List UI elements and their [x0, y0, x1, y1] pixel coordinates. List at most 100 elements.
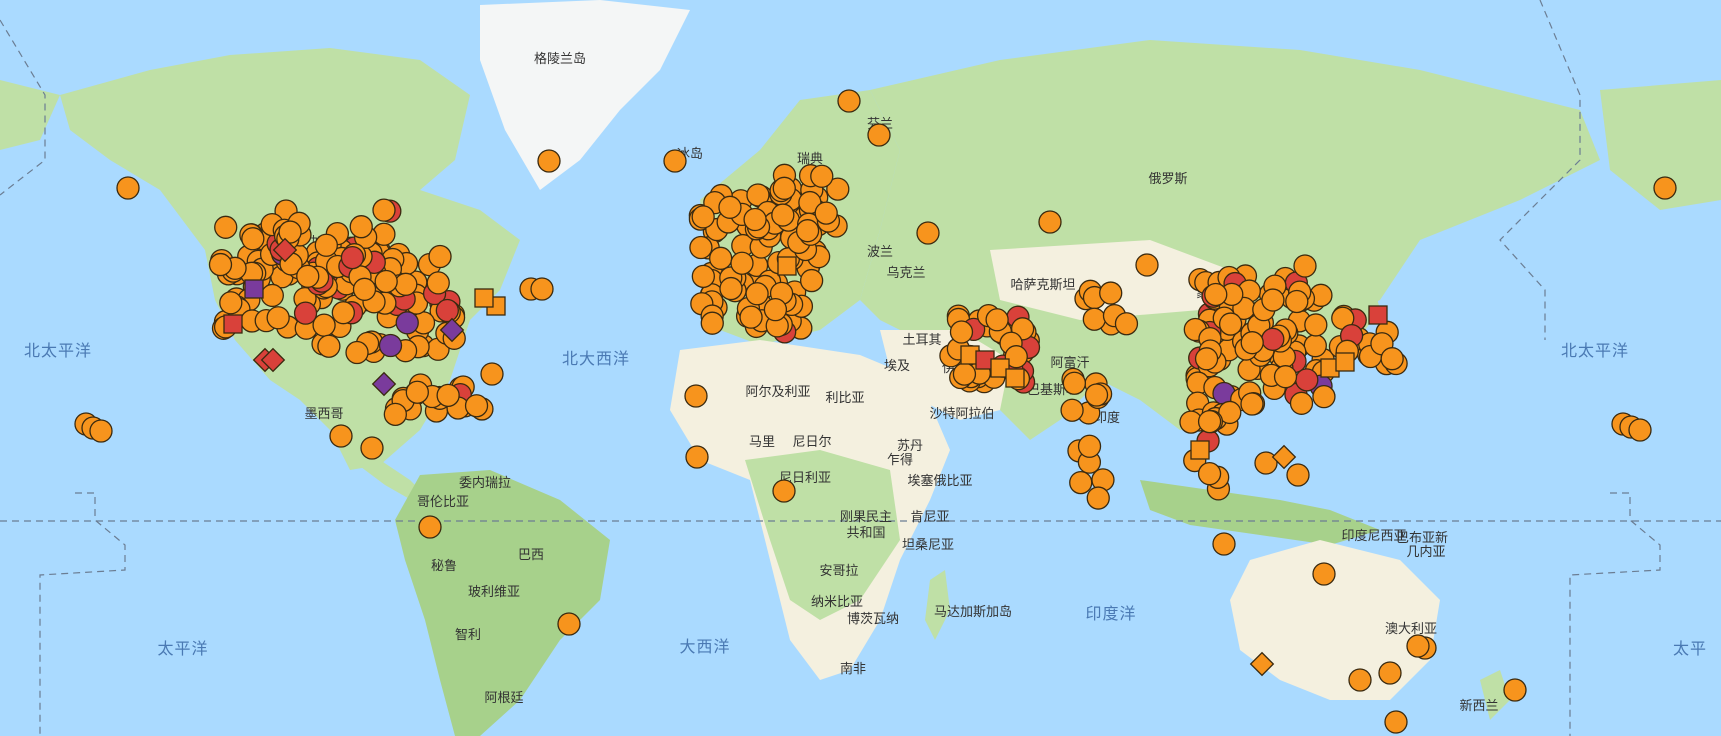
map-marker-circle[interactable] [1197, 462, 1222, 486]
map-marker-circle[interactable] [1406, 634, 1430, 658]
map-marker-circle[interactable] [378, 333, 403, 358]
map-marker-circle[interactable] [1197, 409, 1222, 434]
map-marker-circle[interactable] [1384, 710, 1408, 734]
map-marker-circle[interactable] [372, 198, 396, 222]
map-marker-circle[interactable] [1099, 281, 1123, 305]
map-marker-circle[interactable] [763, 297, 788, 322]
map-marker-circle[interactable] [1082, 307, 1106, 331]
map-marker-circle[interactable] [1304, 313, 1328, 337]
map-marker-circle[interactable] [799, 268, 824, 293]
map-marker-circle[interactable] [685, 445, 709, 469]
map-marker-circle[interactable] [360, 436, 384, 460]
map-marker-circle[interactable] [1240, 331, 1264, 355]
map-marker-circle[interactable] [772, 479, 796, 503]
map-marker-circle[interactable] [772, 176, 796, 200]
map-marker-circle[interactable] [1289, 391, 1314, 415]
map-marker-circle[interactable] [116, 176, 140, 200]
map-marker-circle[interactable] [214, 215, 238, 239]
map-marker-square[interactable] [1190, 440, 1210, 460]
map-marker-circle[interactable] [241, 227, 265, 251]
map-marker-circle[interactable] [719, 276, 743, 301]
map-marker-circle[interactable] [1295, 368, 1319, 392]
map-marker-circle[interactable] [700, 311, 724, 335]
map-marker-square[interactable] [1368, 305, 1388, 325]
map-marker-circle[interactable] [810, 164, 834, 188]
map-marker-circle[interactable] [684, 384, 708, 408]
map-marker-circle[interactable] [949, 320, 974, 344]
map-marker-circle[interactable] [1303, 334, 1327, 358]
map-marker-circle[interactable] [278, 220, 302, 244]
map-marker-circle[interactable] [266, 306, 290, 330]
map-marker-circle[interactable] [1194, 347, 1219, 371]
map-marker-circle[interactable] [89, 419, 113, 443]
map-marker-square[interactable] [474, 288, 494, 308]
map-marker-circle[interactable] [352, 277, 377, 301]
map-marker-circle[interactable] [1286, 463, 1310, 487]
map-marker-circle[interactable] [1060, 398, 1084, 422]
map-marker-circle[interactable] [691, 264, 715, 289]
map-marker-circle[interactable] [1312, 384, 1336, 409]
map-marker-circle[interactable] [1069, 470, 1093, 495]
map-marker-circle[interactable] [709, 246, 733, 270]
map-marker-circle[interactable] [1218, 312, 1243, 336]
map-marker-circle[interactable] [260, 283, 284, 308]
map-marker-circle[interactable] [730, 251, 754, 275]
map-marker-circle[interactable] [814, 201, 838, 225]
map-marker-circle[interactable] [329, 424, 353, 448]
map-marker-circle[interactable] [1086, 486, 1110, 510]
map-marker-circle[interactable] [464, 394, 489, 418]
map-marker-square[interactable] [244, 279, 264, 299]
map-marker-circle[interactable] [1285, 289, 1309, 314]
map-marker-circle[interactable] [1212, 532, 1236, 556]
map-marker-circle[interactable] [293, 301, 318, 325]
map-marker-circle[interactable] [771, 203, 795, 227]
map-marker-circle[interactable] [1062, 371, 1087, 395]
map-marker-circle[interactable] [952, 362, 977, 386]
map-marker-circle[interactable] [795, 219, 820, 243]
map-canvas[interactable]: 格陵兰岛冰岛瑞典芬兰俄罗斯哈萨克斯坦蒙古乌克兰波兰土耳其伊朗阿富汗巴基斯坦印度沙… [0, 0, 1721, 736]
world-map[interactable]: 格陵兰岛冰岛瑞典芬兰俄罗斯哈萨克斯坦蒙古乌克兰波兰土耳其伊朗阿富汗巴基斯坦印度沙… [0, 0, 1721, 736]
map-marker-circle[interactable] [985, 308, 1009, 332]
map-marker-square[interactable] [777, 256, 797, 276]
map-marker-circle[interactable] [537, 149, 561, 173]
map-marker-square[interactable] [1335, 352, 1355, 372]
map-marker-circle[interactable] [867, 123, 891, 147]
map-marker-circle[interactable] [1503, 678, 1527, 702]
map-marker-square[interactable] [223, 314, 243, 334]
map-marker-circle[interactable] [436, 383, 460, 408]
map-marker-circle[interactable] [208, 252, 233, 277]
map-marker-circle[interactable] [317, 334, 341, 358]
map-marker-circle[interactable] [395, 311, 419, 335]
map-marker-circle[interactable] [1114, 312, 1139, 336]
map-marker-circle[interactable] [1038, 210, 1062, 234]
map-marker-circle[interactable] [1204, 282, 1228, 307]
map-marker-square[interactable] [1005, 368, 1025, 388]
map-marker-circle[interactable] [1380, 347, 1404, 371]
map-marker-circle[interactable] [718, 195, 742, 219]
map-marker-circle[interactable] [340, 245, 365, 270]
map-marker-circle[interactable] [394, 272, 418, 296]
map-marker-circle[interactable] [383, 402, 407, 427]
map-marker-circle[interactable] [1293, 254, 1317, 278]
map-marker-circle[interactable] [691, 205, 715, 229]
map-marker-circle[interactable] [1084, 383, 1109, 407]
map-marker-circle[interactable] [426, 271, 450, 295]
map-marker-circle[interactable] [296, 264, 320, 288]
map-marker-circle[interactable] [1135, 253, 1159, 277]
map-marker-circle[interactable] [663, 149, 687, 173]
map-marker-circle[interactable] [916, 221, 940, 245]
map-marker-circle[interactable] [1348, 668, 1372, 692]
map-marker-circle[interactable] [1261, 327, 1285, 351]
map-marker-circle[interactable] [435, 298, 459, 323]
map-marker-circle[interactable] [1240, 392, 1264, 416]
map-marker-circle[interactable] [557, 612, 581, 636]
map-marker-circle[interactable] [745, 282, 769, 306]
map-marker-circle[interactable] [743, 207, 767, 232]
map-marker-circle[interactable] [345, 340, 369, 365]
map-marker-circle[interactable] [1378, 661, 1402, 685]
map-marker-circle[interactable] [1653, 176, 1677, 200]
map-marker-circle[interactable] [1312, 562, 1336, 586]
map-marker-circle[interactable] [349, 215, 373, 239]
map-marker-circle[interactable] [1077, 434, 1102, 458]
map-marker-circle[interactable] [739, 305, 763, 329]
